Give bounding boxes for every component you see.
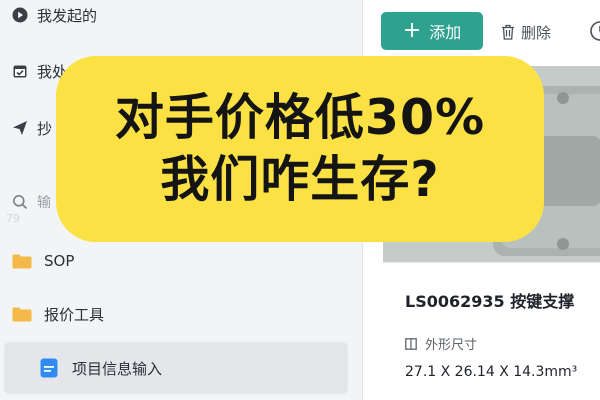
headline-line-2: 我们咋生存?: [160, 151, 440, 208]
sidebar-item-label: 我发起的: [37, 6, 98, 25]
dimension-value: 27.1 X 26.14 X 14.3mm³: [405, 364, 578, 380]
search-input[interactable]: 输: [37, 192, 51, 212]
tree-item-project-info[interactable]: 项目信息输入: [4, 342, 348, 394]
calendar-check-icon: [12, 63, 28, 79]
folder-icon: [12, 254, 32, 268]
headline-overlay: 对手价格低30% 我们咋生存?: [56, 56, 544, 242]
faint-mark: 79: [6, 212, 20, 225]
add-button[interactable]: + 添加: [381, 12, 483, 50]
tree-item-quote-tool[interactable]: 报价工具: [12, 299, 104, 329]
dimension-label: 外形尺寸: [425, 338, 478, 353]
sidebar-item-cc[interactable]: 抄: [12, 113, 52, 143]
folder-icon: [12, 307, 32, 321]
play-circle-icon: [12, 7, 28, 23]
send-icon: [12, 120, 28, 136]
tree-item-label: 项目信息输入: [72, 359, 163, 378]
headline-line-1: 对手价格低30%: [114, 89, 486, 146]
delete-button-label: 删除: [521, 23, 552, 42]
search-icon: [12, 194, 28, 210]
document-icon: [40, 358, 58, 378]
delete-button[interactable]: 删除: [501, 20, 551, 44]
ruler-icon: [405, 337, 417, 350]
dimension-label-row: 外形尺寸: [405, 334, 477, 353]
tree-item-label: SOP: [44, 252, 75, 270]
sidebar-item-label: 抄: [37, 119, 53, 138]
trash-icon: [502, 24, 514, 40]
divider: [383, 262, 600, 263]
tree-item-sop[interactable]: SOP: [12, 246, 74, 276]
plus-icon: +: [402, 18, 422, 43]
tree-item-label: 报价工具: [44, 305, 105, 324]
add-button-label: 添加: [429, 23, 462, 42]
sidebar-item-initiated[interactable]: 我发起的: [12, 0, 97, 30]
product-title: LS0062935 按键支撑: [405, 292, 575, 311]
clock-icon[interactable]: [589, 20, 600, 42]
